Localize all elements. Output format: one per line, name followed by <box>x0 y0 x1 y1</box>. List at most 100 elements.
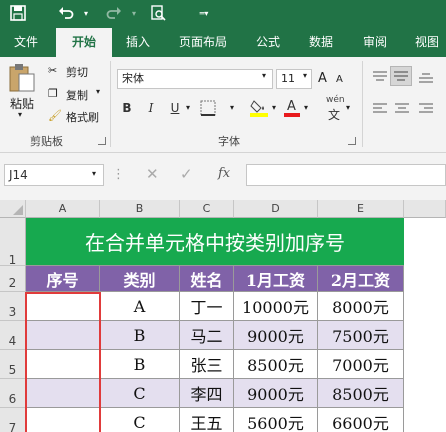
copy-dropdown-icon[interactable]: ▾ <box>96 87 100 96</box>
tab-home[interactable]: 开始 <box>56 28 112 57</box>
borders-dropdown-icon[interactable]: ▾ <box>230 103 234 112</box>
tab-formulas[interactable]: 公式 <box>246 28 290 57</box>
row-header-4[interactable]: 4 <box>0 321 26 350</box>
italic-button[interactable]: I <box>142 99 160 117</box>
column-header-f[interactable] <box>404 200 446 218</box>
align-top-icon[interactable] <box>372 69 388 83</box>
category-cell[interactable]: C <box>100 379 180 408</box>
font-color-icon[interactable]: A <box>284 97 300 117</box>
seq-cell[interactable] <box>26 350 100 379</box>
row-header-2[interactable]: 2 <box>0 266 26 292</box>
name-cell[interactable]: 马二 <box>180 321 234 350</box>
header-cell-name[interactable]: 姓名 <box>180 266 234 292</box>
jan-salary-cell[interactable]: 9000元 <box>234 379 318 408</box>
insert-function-icon[interactable]: fx <box>218 166 230 181</box>
paste-dropdown-icon[interactable]: ▾ <box>18 110 22 119</box>
phonetic-dropdown-icon[interactable]: ▾ <box>346 103 350 112</box>
header-cell-seq[interactable]: 序号 <box>26 266 100 292</box>
name-cell[interactable]: 丁一 <box>180 292 234 321</box>
copy-icon[interactable]: ❐ <box>48 87 58 100</box>
redo-icon[interactable] <box>104 3 124 23</box>
font-name-field[interactable]: 宋体 <box>117 69 273 89</box>
redo-dropdown-icon[interactable]: ▾ <box>124 3 144 23</box>
name-box-dropdown-icon[interactable]: ▾ <box>92 169 96 178</box>
jan-salary-cell[interactable]: 5600元 <box>234 408 318 432</box>
copy-button[interactable]: 复制 <box>66 87 88 103</box>
customize-qat-icon[interactable]: ═▾ <box>194 3 214 23</box>
cut-icon[interactable]: ✂ <box>48 64 57 77</box>
print-preview-icon[interactable] <box>148 3 168 23</box>
column-header-a[interactable]: A <box>26 200 100 218</box>
header-cell-jan-salary[interactable]: 1月工资 <box>234 266 318 292</box>
fill-color-icon[interactable] <box>250 97 268 117</box>
undo-dropdown-icon[interactable]: ▾ <box>76 3 96 23</box>
category-cell[interactable]: B <box>100 321 180 350</box>
tab-insert[interactable]: 插入 <box>114 28 162 57</box>
jan-salary-cell[interactable]: 10000元 <box>234 292 318 321</box>
font-color-dropdown-icon[interactable]: ▾ <box>304 103 308 112</box>
name-cell[interactable]: 王五 <box>180 408 234 432</box>
font-size-dropdown-icon[interactable]: ▾ <box>303 71 307 80</box>
category-cell[interactable]: C <box>100 408 180 432</box>
feb-salary-cell[interactable]: 7500元 <box>318 321 404 350</box>
column-header-c[interactable]: C <box>180 200 234 218</box>
jan-salary-cell[interactable]: 9000元 <box>234 321 318 350</box>
format-painter-icon[interactable]: 🖌 <box>48 109 62 122</box>
borders-icon[interactable] <box>200 100 216 116</box>
underline-button[interactable]: U <box>166 99 184 117</box>
feb-salary-cell[interactable]: 7000元 <box>318 350 404 379</box>
name-box[interactable]: J14 <box>4 164 104 186</box>
name-cell[interactable]: 李四 <box>180 379 234 408</box>
save-icon[interactable] <box>8 3 28 23</box>
feb-salary-cell[interactable]: 6600元 <box>318 408 404 432</box>
font-shrink-icon[interactable]: A <box>336 74 343 85</box>
undo-icon[interactable] <box>56 3 76 23</box>
clipboard-launcher-icon[interactable] <box>98 137 106 145</box>
tab-page-layout[interactable]: 页面布局 <box>168 28 238 57</box>
align-right-icon[interactable] <box>418 101 434 115</box>
row-header-6[interactable]: 6 <box>0 379 26 408</box>
seq-cell[interactable] <box>26 321 100 350</box>
feb-salary-cell[interactable]: 8000元 <box>318 292 404 321</box>
header-cell-feb-salary[interactable]: 2月工资 <box>318 266 404 292</box>
format-painter-button[interactable]: 格式刷 <box>66 109 99 125</box>
column-header-d[interactable]: D <box>234 200 318 218</box>
align-center-icon[interactable] <box>394 101 410 115</box>
jan-salary-cell[interactable]: 8500元 <box>234 350 318 379</box>
row-header-3[interactable]: 3 <box>0 292 26 321</box>
column-header-b[interactable]: B <box>100 200 180 218</box>
align-bottom-icon[interactable] <box>418 69 434 83</box>
cancel-icon[interactable]: ✕ <box>146 165 159 183</box>
formula-input[interactable] <box>246 164 446 186</box>
row-header-1[interactable]: 1 <box>0 218 26 267</box>
enter-icon[interactable]: ✓ <box>180 165 193 183</box>
tab-file[interactable]: 文件 <box>0 28 52 57</box>
fill-color-dropdown-icon[interactable]: ▾ <box>272 103 276 112</box>
underline-dropdown-icon[interactable]: ▾ <box>186 103 190 112</box>
tab-data[interactable]: 数据 <box>298 28 344 57</box>
category-cell[interactable]: A <box>100 292 180 321</box>
align-middle-icon[interactable] <box>390 66 412 86</box>
category-cell[interactable]: B <box>100 350 180 379</box>
sheet-title-cell[interactable]: 在合并单元格中按类别加序号 <box>26 218 404 266</box>
font-name-dropdown-icon[interactable]: ▾ <box>262 71 266 80</box>
seq-cell[interactable] <box>26 379 100 408</box>
header-cell-category[interactable]: 类别 <box>100 266 180 292</box>
tab-view[interactable]: 视图 <box>408 28 446 57</box>
row-header-7[interactable]: 7 <box>0 408 26 432</box>
row-header-5[interactable]: 5 <box>0 350 26 379</box>
tab-review[interactable]: 审阅 <box>352 28 398 57</box>
align-left-icon[interactable] <box>372 101 388 115</box>
paste-icon[interactable] <box>8 63 36 93</box>
seq-cell[interactable] <box>26 408 100 432</box>
cut-button[interactable]: 剪切 <box>66 64 88 80</box>
font-grow-icon[interactable]: A <box>318 71 327 86</box>
select-all-corner[interactable] <box>0 200 26 218</box>
name-cell[interactable]: 张三 <box>180 350 234 379</box>
feb-salary-cell[interactable]: 8500元 <box>318 379 404 408</box>
seq-cell[interactable] <box>26 292 100 321</box>
bold-button[interactable]: B <box>118 99 136 117</box>
column-header-e[interactable]: E <box>318 200 404 218</box>
phonetic-guide-icon[interactable]: wén <box>326 95 345 105</box>
font-launcher-icon[interactable] <box>348 137 356 145</box>
